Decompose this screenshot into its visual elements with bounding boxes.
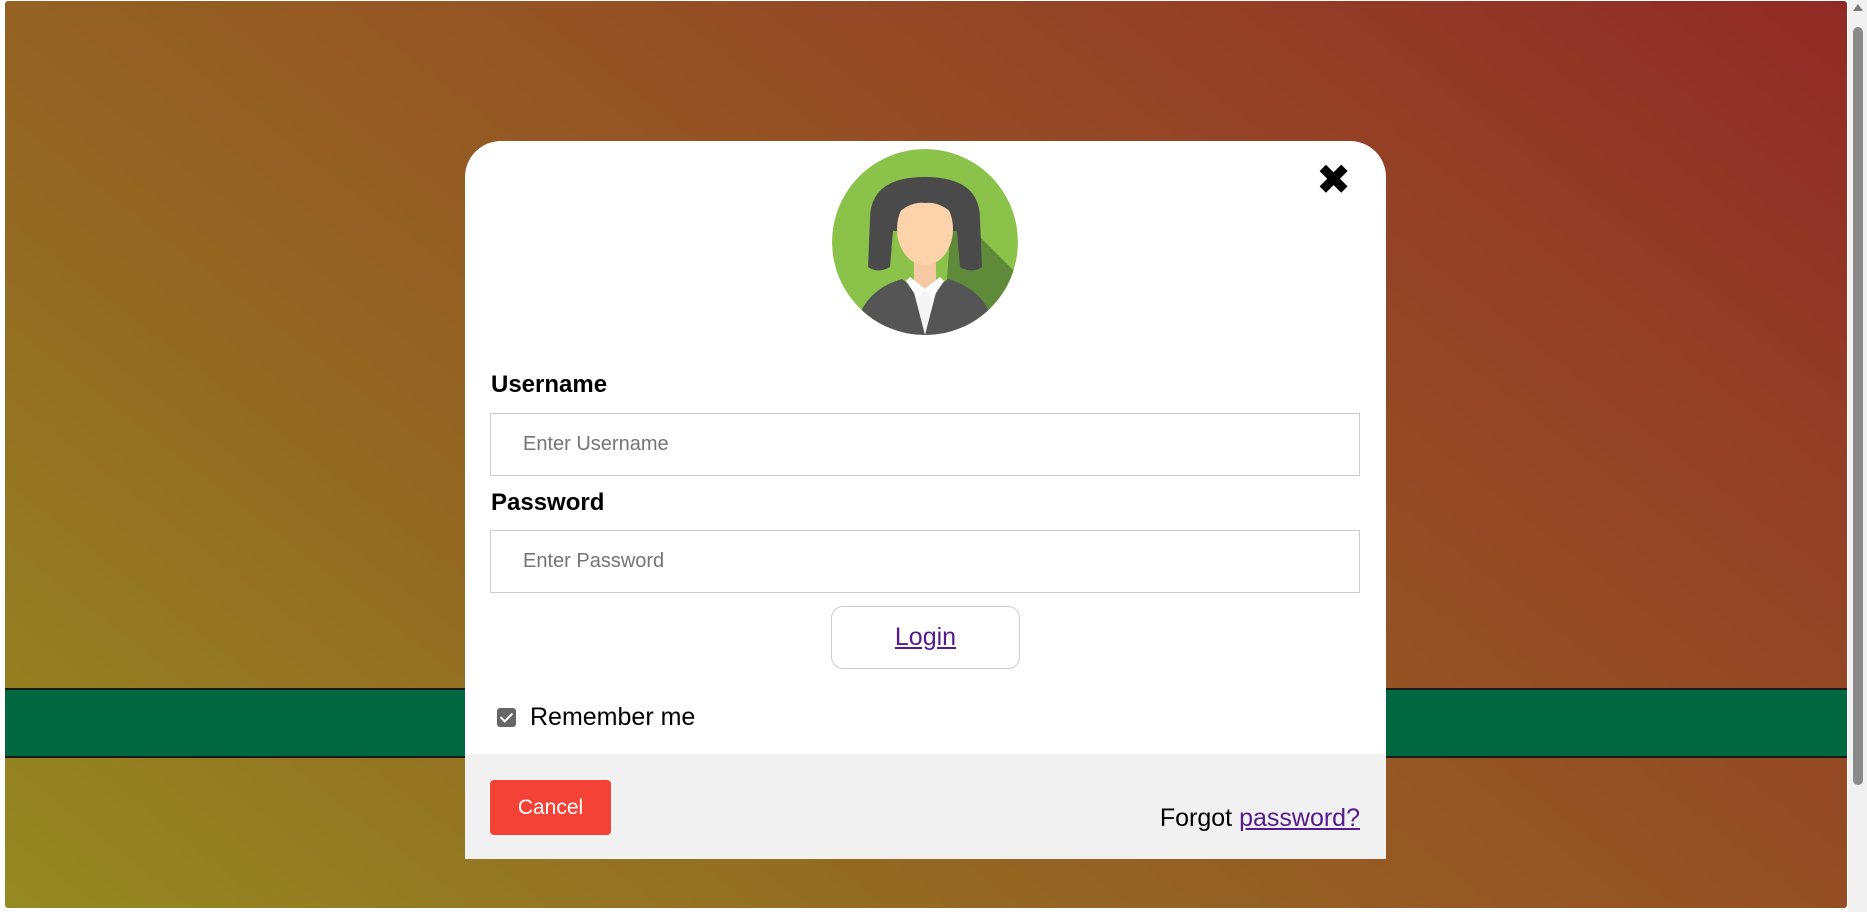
remember-me-checkbox[interactable] [497, 707, 516, 727]
scroll-up-arrow-icon[interactable] [1853, 4, 1863, 11]
browser-viewport: ✖ Username Enter Username Password Login… [0, 0, 1867, 912]
female-user-avatar-icon [832, 149, 1018, 335]
username-label: Username [491, 371, 608, 398]
login-modal: ✖ Username Enter Username Password Login… [465, 141, 1386, 859]
login-button[interactable]: Login [831, 606, 1020, 669]
forgot-password-text: Forgot password? [1160, 804, 1360, 833]
modal-footer: Cancel Forgot password? [465, 754, 1386, 859]
username-input[interactable] [490, 413, 1360, 476]
remember-me-row: Remember me [497, 702, 695, 732]
password-input[interactable] [490, 530, 1360, 593]
close-icon[interactable]: ✖ [1316, 159, 1351, 201]
forgot-password-link[interactable]: password? [1239, 804, 1360, 832]
scroll-thumb[interactable] [1853, 27, 1863, 785]
avatar [832, 149, 1018, 335]
remember-me-label[interactable]: Remember me [530, 703, 695, 732]
password-label: Password [491, 489, 605, 516]
cancel-button[interactable]: Cancel [490, 780, 611, 835]
vertical-scrollbar[interactable] [1848, 0, 1867, 912]
forgot-prefix: Forgot [1159, 804, 1233, 832]
